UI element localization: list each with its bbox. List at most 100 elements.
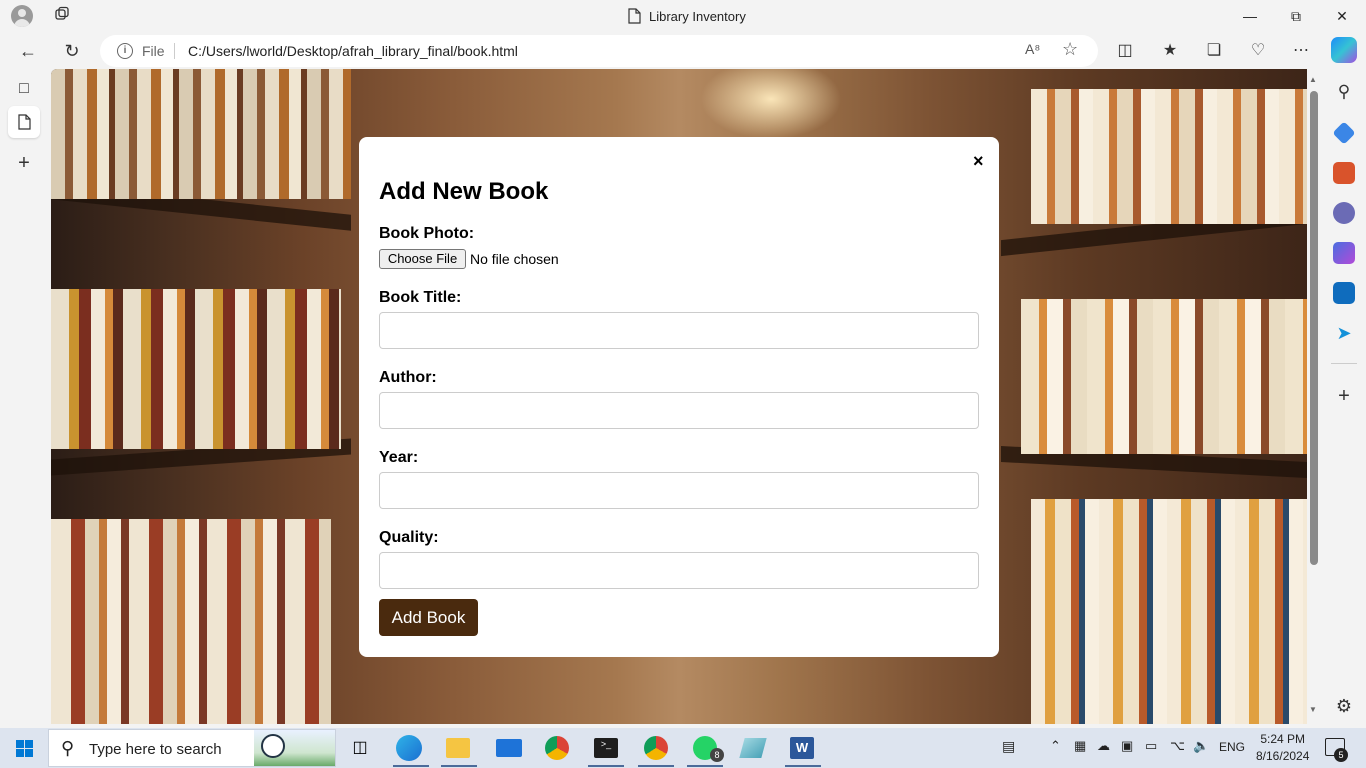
word-icon[interactable]: W — [790, 737, 814, 759]
year-label: Year: — [379, 449, 419, 466]
workspaces-icon[interactable] — [52, 6, 72, 26]
page-background: × Add New Book Book Photo: Choose File N… — [51, 69, 1307, 724]
task-view-icon[interactable]: ◫ — [346, 734, 374, 762]
explorer-active-indicator — [441, 765, 477, 767]
author-label: Author: — [379, 369, 437, 386]
tray-app-icon[interactable]: ▦ — [1074, 738, 1086, 754]
minimize-button[interactable]: — — [1238, 4, 1262, 28]
onedrive-icon[interactable]: ☁ — [1097, 738, 1110, 754]
info-icon[interactable]: i — [117, 43, 133, 59]
clock-time: 5:24 PM — [1260, 732, 1306, 746]
add-book-button[interactable]: Add Book — [379, 599, 478, 636]
send-icon[interactable]: ➤ — [1333, 322, 1355, 344]
edge-taskbar-icon[interactable] — [396, 735, 422, 761]
back-button[interactable]: ← — [15, 38, 41, 64]
collections-icon[interactable]: ❏ — [1201, 38, 1227, 64]
mail-icon[interactable] — [496, 739, 522, 757]
chrome-profile-active-indicator — [638, 765, 674, 767]
search-placeholder: Type here to search — [89, 741, 222, 758]
search-magnifier-icon: ⚲ — [61, 738, 75, 758]
modal-title: Add New Book — [379, 178, 549, 205]
scroll-down-arrow-icon[interactable]: ▼ — [1309, 705, 1317, 714]
tools-icon[interactable] — [1333, 162, 1355, 184]
settings-gear-icon[interactable]: ⚙ — [1333, 695, 1355, 717]
volume-icon[interactable]: 🔈 — [1193, 738, 1209, 754]
author-input[interactable] — [379, 392, 979, 429]
notepad-icon[interactable] — [739, 738, 767, 758]
file-explorer-icon[interactable] — [446, 738, 470, 758]
terminal-active-indicator — [588, 765, 624, 767]
navigation-bar: ← ↻ i File C:/Users/lworld/Desktop/afrah… — [0, 33, 1366, 69]
book-title-label: Book Title: — [379, 289, 462, 306]
whatsapp-badge: 8 — [710, 748, 724, 762]
bookshelf-decoration — [51, 69, 351, 199]
window-title: Library Inventory — [628, 8, 746, 24]
book-title-input[interactable] — [379, 312, 979, 349]
news-widget-icon[interactable]: ▤ — [1002, 738, 1015, 755]
system-clock[interactable]: 5:24 PM 8/16/2024 — [1256, 731, 1309, 765]
more-menu-icon[interactable]: ⋯ — [1288, 38, 1314, 64]
microsoft365-icon[interactable] — [1333, 242, 1355, 264]
restore-button[interactable]: ⧉ — [1284, 4, 1308, 28]
edge-sidebar: ⚲ ➤ + ⚙ — [1323, 69, 1366, 728]
soccer-ball-icon — [261, 734, 285, 758]
quality-input[interactable] — [379, 552, 979, 589]
start-windows-icon[interactable] — [16, 740, 33, 757]
bookshelf-decoration — [1031, 89, 1307, 224]
notification-count-badge: 5 — [1334, 748, 1348, 762]
window-title-text: Library Inventory — [649, 8, 746, 24]
tab-actions-icon[interactable]: □ — [8, 73, 40, 105]
wifi-icon[interactable]: ⌥ — [1170, 738, 1185, 754]
title-bar: Library Inventory — ⧉ ✕ — [0, 0, 1366, 33]
vertical-tab-bar: □ + — [0, 69, 50, 728]
favorites-icon[interactable]: ★ — [1157, 38, 1183, 64]
close-window-button[interactable]: ✕ — [1330, 4, 1354, 28]
refresh-button[interactable]: ↻ — [59, 38, 85, 64]
bookshelf-decoration — [1031, 499, 1307, 724]
whatsapp-active-indicator — [687, 765, 723, 767]
browser-essentials-icon[interactable]: ♡ — [1245, 38, 1271, 64]
chrome-icon[interactable] — [545, 736, 569, 760]
language-indicator[interactable]: ENG — [1219, 740, 1245, 754]
clock-date: 8/16/2024 — [1256, 749, 1310, 763]
scroll-thumb[interactable] — [1310, 91, 1318, 565]
sidebar-divider — [1331, 363, 1357, 364]
profile-avatar[interactable] — [11, 5, 33, 27]
address-bar[interactable]: i File C:/Users/lworld/Desktop/afrah_lib… — [100, 35, 1098, 67]
address-separator — [174, 43, 175, 59]
chrome-profile-icon[interactable] — [644, 736, 668, 760]
year-input[interactable] — [379, 472, 979, 509]
taskbar-search-box[interactable]: ⚲ Type here to search — [48, 729, 336, 767]
games-icon[interactable] — [1333, 202, 1355, 224]
defender-icon[interactable]: ▣ — [1121, 738, 1133, 754]
favorite-star-icon[interactable]: ☆ — [1062, 39, 1078, 60]
windows-taskbar: ⚲ Type here to search ◫ >_ 8 W ▤ ⌃ ▦ ☁ ▣… — [0, 728, 1366, 768]
scheme-label: File — [142, 43, 165, 59]
bookshelf-decoration — [51, 289, 341, 449]
url-text[interactable]: C:/Users/lworld/Desktop/afrah_library_fi… — [188, 43, 518, 59]
add-book-modal: × Add New Book Book Photo: Choose File N… — [359, 137, 999, 657]
copilot-icon[interactable] — [1331, 37, 1357, 63]
new-tab-plus-icon[interactable]: + — [8, 147, 40, 179]
add-sidebar-plus-icon[interactable]: + — [1333, 385, 1355, 407]
split-screen-icon[interactable]: ◫ — [1112, 38, 1138, 64]
battery-icon[interactable]: ▭ — [1145, 738, 1157, 754]
tray-chevron-icon[interactable]: ⌃ — [1050, 738, 1061, 754]
active-tab-page-icon[interactable] — [8, 106, 40, 138]
choose-file-button[interactable]: Choose File — [379, 249, 466, 269]
page-scrollbar[interactable]: ▲ ▼ — [1307, 69, 1323, 724]
outlook-icon[interactable] — [1333, 282, 1355, 304]
bookshelf-decoration — [51, 519, 331, 724]
read-aloud-icon[interactable]: A⁸ — [1025, 41, 1040, 57]
terminal-icon[interactable]: >_ — [594, 738, 618, 758]
bookshelf-decoration — [1021, 299, 1307, 454]
file-status-text: No file chosen — [470, 251, 559, 267]
shopping-tag-icon[interactable] — [1332, 121, 1356, 145]
scroll-up-arrow-icon[interactable]: ▲ — [1309, 75, 1317, 84]
search-icon[interactable]: ⚲ — [1333, 81, 1355, 103]
book-photo-label: Book Photo: — [379, 225, 475, 242]
page-icon — [628, 8, 641, 24]
edge-active-indicator — [393, 765, 429, 767]
word-active-indicator — [785, 765, 821, 767]
close-modal-icon[interactable]: × — [973, 151, 984, 172]
